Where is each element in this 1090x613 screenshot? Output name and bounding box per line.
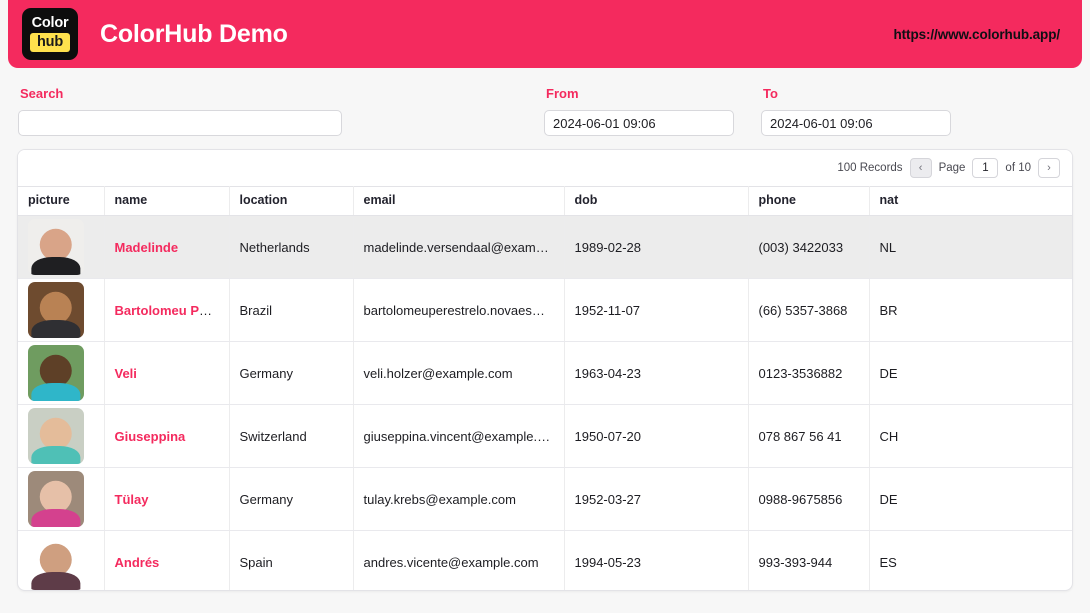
avatar bbox=[28, 219, 84, 275]
from-date-input[interactable] bbox=[544, 110, 734, 136]
cell-nat: CH bbox=[869, 405, 1072, 468]
from-field-group: From bbox=[544, 86, 734, 136]
cell-email: tulay.krebs@example.com bbox=[353, 468, 564, 531]
colorhub-logo: Color hub bbox=[22, 8, 78, 60]
table-header-row: picture name location email dob phone na… bbox=[18, 187, 1072, 216]
cell-email: bartolomeuperestrelo.novaes… bbox=[353, 279, 564, 342]
page-label: Page bbox=[939, 162, 966, 174]
table-row[interactable]: Madelinde Netherlands madelinde.versenda… bbox=[18, 216, 1072, 279]
cell-nat: BR bbox=[869, 279, 1072, 342]
column-header-name[interactable]: name bbox=[104, 187, 229, 216]
cell-location: Switzerland bbox=[229, 405, 353, 468]
cell-dob: 1963-04-23 bbox=[564, 342, 748, 405]
column-header-picture[interactable]: picture bbox=[18, 187, 104, 216]
page-total-label: of 10 bbox=[1005, 162, 1031, 174]
table-body: Madelinde Netherlands madelinde.versenda… bbox=[18, 216, 1072, 592]
app-header: Color hub ColorHub Demo https://www.colo… bbox=[8, 0, 1082, 68]
cell-picture bbox=[18, 216, 104, 279]
row-name-link[interactable]: Andrés bbox=[115, 555, 160, 570]
cell-dob: 1952-03-27 bbox=[564, 468, 748, 531]
page-number-input[interactable] bbox=[972, 158, 998, 178]
cell-name: Madelinde bbox=[104, 216, 229, 279]
cell-nat: NL bbox=[869, 216, 1072, 279]
table-row[interactable]: Tülay Germany tulay.krebs@example.com 19… bbox=[18, 468, 1072, 531]
table-row[interactable]: Bartolomeu Pe… Brazil bartolomeuperestre… bbox=[18, 279, 1072, 342]
table-row[interactable]: Veli Germany veli.holzer@example.com 196… bbox=[18, 342, 1072, 405]
table-row[interactable]: Giuseppina Switzerland giuseppina.vincen… bbox=[18, 405, 1072, 468]
cell-location: Netherlands bbox=[229, 216, 353, 279]
cell-dob: 1994-05-23 bbox=[564, 531, 748, 592]
cell-dob: 1952-11-07 bbox=[564, 279, 748, 342]
filter-bar: Search From To bbox=[0, 68, 1090, 150]
pagination-bar: 100 Records ‹ Page of 10 › bbox=[18, 150, 1072, 186]
to-label: To bbox=[763, 86, 951, 101]
avatar bbox=[28, 534, 84, 590]
row-name-link[interactable]: Giuseppina bbox=[115, 429, 186, 444]
cell-nat: DE bbox=[869, 468, 1072, 531]
record-count: 100 Records bbox=[837, 162, 902, 174]
records-table-card: 100 Records ‹ Page of 10 › picture name … bbox=[17, 149, 1073, 591]
chevron-right-icon[interactable]: › bbox=[1038, 158, 1060, 178]
cell-location: Germany bbox=[229, 342, 353, 405]
to-date-input[interactable] bbox=[761, 110, 951, 136]
column-header-nat[interactable]: nat bbox=[869, 187, 1072, 216]
cell-phone: 993-393-944 bbox=[748, 531, 869, 592]
cell-nat: ES bbox=[869, 531, 1072, 592]
chevron-left-icon[interactable]: ‹ bbox=[910, 158, 932, 178]
cell-email: madelinde.versendaal@examp… bbox=[353, 216, 564, 279]
row-name-link[interactable]: Veli bbox=[115, 366, 137, 381]
cell-picture bbox=[18, 279, 104, 342]
column-header-email[interactable]: email bbox=[353, 187, 564, 216]
records-table: picture name location email dob phone na… bbox=[18, 186, 1072, 591]
from-label: From bbox=[546, 86, 734, 101]
column-header-location[interactable]: location bbox=[229, 187, 353, 216]
cell-dob: 1989-02-28 bbox=[564, 216, 748, 279]
cell-name: Veli bbox=[104, 342, 229, 405]
to-field-group: To bbox=[761, 86, 951, 136]
search-field-group: Search bbox=[18, 86, 342, 136]
row-name-link[interactable]: Tülay bbox=[115, 492, 149, 507]
cell-picture bbox=[18, 531, 104, 592]
cell-phone: 0988-9675856 bbox=[748, 468, 869, 531]
cell-picture bbox=[18, 468, 104, 531]
row-name-link[interactable]: Madelinde bbox=[115, 240, 179, 255]
cell-phone: 078 867 56 41 bbox=[748, 405, 869, 468]
cell-location: Spain bbox=[229, 531, 353, 592]
cell-location: Brazil bbox=[229, 279, 353, 342]
cell-email: giuseppina.vincent@example.c… bbox=[353, 405, 564, 468]
app-url: https://www.colorhub.app/ bbox=[894, 27, 1061, 42]
cell-name: Andrés bbox=[104, 531, 229, 592]
cell-phone: (66) 5357-3868 bbox=[748, 279, 869, 342]
cell-email: veli.holzer@example.com bbox=[353, 342, 564, 405]
logo-text-hub: hub bbox=[30, 33, 70, 53]
cell-dob: 1950-07-20 bbox=[564, 405, 748, 468]
logo-text-color: Color bbox=[32, 16, 69, 31]
search-input[interactable] bbox=[18, 110, 342, 136]
avatar bbox=[28, 345, 84, 401]
cell-name: Bartolomeu Pe… bbox=[104, 279, 229, 342]
table-row[interactable]: Andrés Spain andres.vicente@example.com … bbox=[18, 531, 1072, 592]
page-title: ColorHub Demo bbox=[100, 20, 288, 49]
column-header-phone[interactable]: phone bbox=[748, 187, 869, 216]
cell-picture bbox=[18, 342, 104, 405]
row-name-link[interactable]: Bartolomeu Pe… bbox=[115, 303, 220, 318]
avatar bbox=[28, 408, 84, 464]
cell-nat: DE bbox=[869, 342, 1072, 405]
column-header-dob[interactable]: dob bbox=[564, 187, 748, 216]
search-label: Search bbox=[20, 86, 342, 101]
cell-email: andres.vicente@example.com bbox=[353, 531, 564, 592]
cell-phone: 0123-3536882 bbox=[748, 342, 869, 405]
cell-location: Germany bbox=[229, 468, 353, 531]
avatar bbox=[28, 471, 84, 527]
cell-phone: (003) 3422033 bbox=[748, 216, 869, 279]
cell-name: Giuseppina bbox=[104, 405, 229, 468]
cell-picture bbox=[18, 405, 104, 468]
cell-name: Tülay bbox=[104, 468, 229, 531]
avatar bbox=[28, 282, 84, 338]
